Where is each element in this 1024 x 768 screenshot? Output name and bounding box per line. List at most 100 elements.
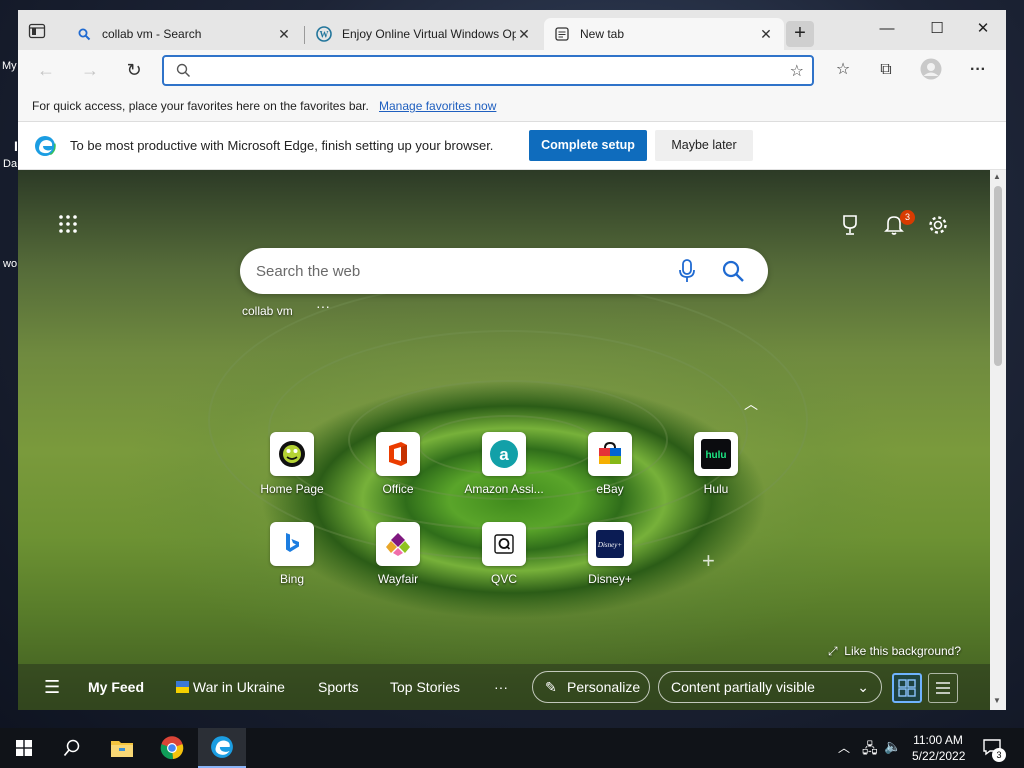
complete-setup-button[interactable]: Complete setup (529, 130, 647, 161)
minimize-icon[interactable]: — (864, 14, 910, 44)
profile-avatar[interactable] (918, 58, 944, 82)
address-bar[interactable]: ☆ (162, 55, 814, 86)
page-settings-gear-icon[interactable] (926, 214, 950, 238)
personalize-button[interactable]: ✎ Personalize (532, 671, 650, 703)
close-tab-icon[interactable]: ✕ (516, 26, 532, 43)
microphone-icon[interactable] (676, 258, 698, 284)
desktop-icon-label-my[interactable]: My (2, 60, 17, 72)
show-hidden-icons-chevron-up-icon[interactable]: ︿ (838, 739, 850, 756)
quick-link-label: QVC (490, 572, 517, 586)
quick-link-disney-plus[interactable]: Disney+ Disney+ (565, 522, 655, 586)
list-layout-icon[interactable] (928, 673, 958, 703)
network-icon[interactable]: 🖧 (862, 738, 878, 762)
hamburger-menu-icon[interactable]: ☰ (44, 677, 60, 698)
expand-arrows-icon: ⤢ (828, 644, 838, 658)
add-quick-link-plus-icon[interactable]: + (702, 548, 715, 574)
close-tab-icon[interactable]: ✕ (276, 26, 292, 43)
quick-link-label: eBay (596, 482, 624, 496)
tab-sports[interactable]: Sports (318, 679, 358, 695)
search-icon[interactable] (721, 259, 745, 283)
system-clock[interactable]: 11:00 AM 5/22/2022 (912, 732, 966, 764)
tab-actions-icon[interactable] (28, 23, 48, 41)
search-input[interactable] (256, 260, 656, 282)
page-scrollbar[interactable]: ▲ ▼ (990, 170, 1006, 710)
edge-browser-window: collab vm - Search ✕ W Enjoy Online Virt… (18, 10, 1006, 710)
start-windows-icon[interactable] (0, 728, 48, 768)
maybe-later-button[interactable]: Maybe later (655, 130, 753, 161)
setup-notification-bar: To be most productive with Microsoft Edg… (18, 122, 1006, 170)
like-background-link[interactable]: ⤢ Like this background? (828, 644, 961, 659)
chevron-down-icon: ⌄ (857, 679, 869, 695)
desktop-icon-label-wo[interactable]: wo (3, 258, 17, 270)
tab-war-in-ukraine[interactable]: War in Ukraine (176, 679, 285, 695)
content-visibility-label: Content partially visible (671, 679, 815, 695)
new-tab-plus-icon[interactable]: + (786, 21, 814, 47)
maximize-icon[interactable]: ☐ (914, 14, 960, 44)
more-feed-tabs-icon[interactable]: ··· (494, 679, 508, 695)
back-arrow-icon[interactable]: ← (34, 58, 58, 82)
tab-enjoy-online-virtual-windows[interactable]: W Enjoy Online Virtual Windows Op ✕ (306, 18, 542, 50)
quick-link-bing[interactable]: Bing (247, 522, 337, 586)
tab-separator (304, 26, 305, 44)
wayfair-logo-icon (376, 522, 420, 566)
edge-taskbar-icon[interactable] (198, 728, 246, 768)
quick-link-office[interactable]: Office (353, 432, 443, 496)
clock-date: 5/22/2022 (912, 749, 966, 763)
quick-link-label: Hulu (703, 482, 729, 496)
file-explorer-icon[interactable] (98, 728, 146, 768)
tab-collab-vm-search[interactable]: collab vm - Search ✕ (66, 18, 302, 50)
scrollbar-thumb[interactable] (994, 186, 1002, 366)
search-icon (176, 63, 191, 81)
setup-message: To be most productive with Microsoft Edg… (70, 138, 494, 153)
bing-logo-icon (270, 522, 314, 566)
address-input[interactable] (204, 61, 764, 81)
ukraine-flag-icon (176, 681, 189, 693)
pbs-logo-icon (270, 432, 314, 476)
settings-more-icon[interactable]: ··· (965, 58, 991, 82)
office-logo-icon (376, 432, 420, 476)
content-visibility-dropdown[interactable]: Content partially visible ⌄ (658, 671, 882, 703)
svg-text:hulu: hulu (705, 450, 726, 461)
amazon-assistant-logo-icon: a (482, 432, 526, 476)
quick-link-qvc[interactable]: QVC (459, 522, 549, 586)
grid-layout-icon[interactable] (892, 673, 922, 703)
quick-link-hulu[interactable]: hulu Hulu (671, 432, 761, 496)
volume-icon[interactable]: 🔈 (884, 738, 901, 755)
rewards-trophy-icon[interactable] (838, 214, 862, 238)
quick-link-amazon-assistant[interactable]: a Amazon Assi... (459, 432, 549, 496)
new-tab-page: 3 collab vm ··· ︿ Home Page (18, 170, 990, 710)
search-icon[interactable] (48, 728, 96, 768)
desktop-icon-label-da[interactable]: Da (3, 158, 17, 170)
recent-search-chip[interactable]: collab vm (242, 304, 293, 318)
chrome-icon[interactable] (148, 728, 196, 768)
quick-link-label: Disney+ (588, 572, 632, 586)
search-favicon-icon (76, 26, 92, 42)
refresh-icon[interactable]: ↻ (122, 58, 146, 82)
collections-icon[interactable]: ⧉ (873, 58, 899, 82)
ebay-logo-icon (588, 432, 632, 476)
tab-new-tab[interactable]: New tab ✕ (544, 18, 784, 50)
quick-link-ebay[interactable]: eBay (565, 432, 655, 496)
web-search-box[interactable] (240, 248, 768, 294)
tab-top-stories[interactable]: Top Stories (390, 679, 460, 695)
tab-my-feed[interactable]: My Feed (88, 679, 144, 695)
action-center-icon[interactable]: 3 (982, 738, 1006, 762)
favorites-icon[interactable]: ☆ (830, 58, 856, 82)
recent-search-more-icon[interactable]: ··· (316, 298, 330, 314)
quick-link-wayfair[interactable]: Wayfair (353, 522, 443, 586)
favorites-bar-message: For quick access, place your favorites h… (32, 99, 369, 113)
app-launcher-grid-icon[interactable] (58, 214, 82, 238)
quick-link-label: Bing (279, 572, 305, 586)
favorites-bar: For quick access, place your favorites h… (18, 90, 1006, 122)
scroll-up-arrow-icon[interactable]: ▲ (993, 172, 1001, 181)
scroll-down-arrow-icon[interactable]: ▼ (993, 696, 1001, 705)
add-favorite-star-icon[interactable]: ☆ (790, 61, 804, 81)
close-tab-icon[interactable]: ✕ (758, 26, 774, 43)
chevron-up-icon[interactable]: ︿ (744, 394, 758, 414)
forward-arrow-icon[interactable]: → (78, 58, 102, 82)
quick-link-home-page[interactable]: Home Page (247, 432, 337, 496)
tab-bar: collab vm - Search ✕ W Enjoy Online Virt… (18, 10, 1006, 50)
close-window-icon[interactable]: ✕ (960, 14, 1006, 44)
wordpress-favicon-icon: W (316, 26, 332, 42)
manage-favorites-link[interactable]: Manage favorites now (379, 99, 496, 113)
